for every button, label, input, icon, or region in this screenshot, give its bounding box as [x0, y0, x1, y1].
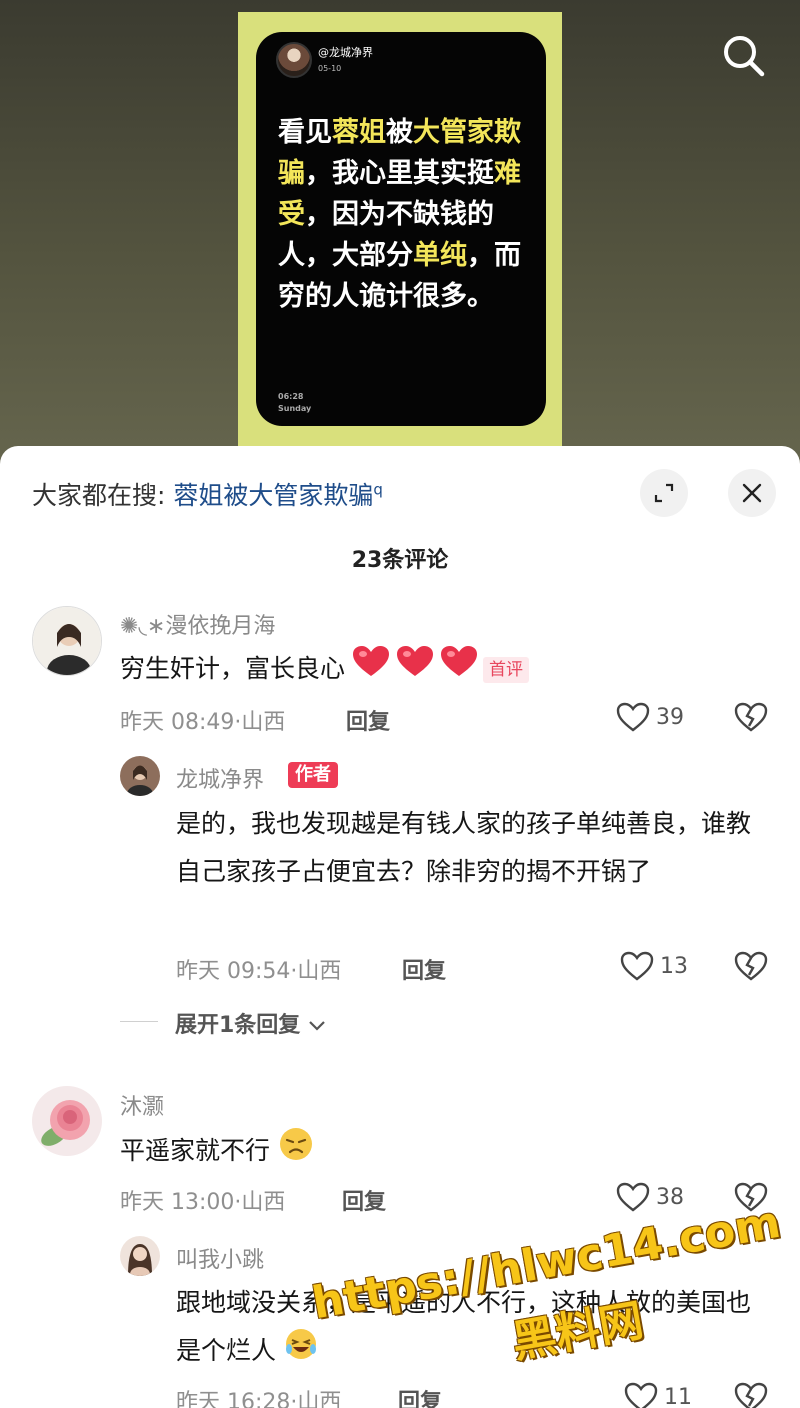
red-heart-emoji — [353, 646, 390, 694]
broken-heart-icon — [734, 1182, 768, 1212]
comment-text: 平遥家就不行 — [120, 1126, 314, 1178]
trending-search-term[interactable]: 蓉姐被大管家欺骗 — [173, 481, 373, 510]
avatar[interactable] — [120, 1236, 160, 1276]
expand-icon — [654, 483, 674, 503]
post-image-card: @龙城净界 05-10 看见蓉姐被大管家欺骗，我心里其实挺难受，因为不缺钱的人，… — [256, 32, 546, 426]
video-background[interactable]: @龙城净界 05-10 看见蓉姐被大管家欺骗，我心里其实挺难受，因为不缺钱的人，… — [0, 0, 800, 470]
comment-count-title: 23条评论 — [351, 548, 449, 573]
card-time: 06:28 — [278, 392, 304, 401]
like-button[interactable]: 38 — [616, 1182, 684, 1212]
comment-username[interactable]: 叫我小跳 — [176, 1242, 264, 1274]
like-button[interactable]: 39 — [616, 702, 684, 732]
comment-text-body: 穷生奸计，富长良心 — [120, 654, 346, 683]
card-text-highlight: 单纯 — [413, 240, 467, 271]
dislike-button[interactable] — [734, 1382, 768, 1408]
avatar[interactable] — [32, 1086, 102, 1156]
comment-text: 跟地域没关系，是平遥的人不行，这种人放的美国也是个烂人 — [176, 1279, 772, 1377]
card-date: 05-10 — [318, 64, 342, 73]
comment-text-body: 跟地域没关系，是平遥的人不行，这种人放的美国也是个烂人 — [176, 1288, 752, 1365]
expand-replies-button[interactable]: 展开1条回复 — [175, 1007, 326, 1039]
broken-heart-icon — [734, 702, 768, 732]
red-heart-emoji — [397, 646, 434, 694]
card-quote-text: 看见蓉姐被大管家欺骗，我心里其实挺难受，因为不缺钱的人，大部分单纯，而穷的人诡计… — [278, 112, 530, 317]
card-day: Sunday — [278, 404, 312, 413]
like-count: 39 — [656, 704, 684, 730]
like-count: 38 — [656, 1184, 684, 1210]
reply-button[interactable]: 回复 — [346, 704, 390, 736]
card-text-highlight: 蓉姐 — [332, 117, 386, 148]
comment-username[interactable]: 龙城净界 — [176, 762, 264, 794]
search-icon — [724, 36, 765, 77]
expand-replies-label: 展开1条回复 — [175, 1013, 301, 1038]
red-heart-emoji — [441, 646, 478, 694]
comment-meta: 昨天 16:28·山西 — [176, 1390, 342, 1408]
comment-text: 穷生奸计，富长良心 首评 — [120, 645, 720, 694]
frown-emoji — [278, 1126, 314, 1178]
trending-search-prefix: 大家都在搜 — [32, 481, 158, 510]
card-text-highlight: 大管家 — [413, 117, 494, 148]
close-sheet-button[interactable] — [728, 469, 776, 517]
card-text-segment: 被 — [386, 117, 413, 148]
laugh-cry-emoji — [284, 1327, 318, 1377]
like-button[interactable]: 13 — [620, 951, 688, 981]
card-author: @龙城净界 — [318, 46, 373, 59]
card-text-segment: ，我心里其实挺 — [305, 158, 494, 189]
like-count: 13 — [660, 953, 688, 979]
chevron-down-icon — [309, 1021, 325, 1031]
mini-search-icon: 𝗊 — [373, 480, 383, 499]
trending-search-separator: : — [157, 481, 166, 510]
first-comment-badge: 首评 — [483, 657, 530, 683]
card-avatar — [276, 42, 312, 78]
broken-heart-icon — [734, 1382, 768, 1408]
trending-search-bar[interactable]: 大家都在搜: 蓉姐被大管家欺骗𝗊 — [32, 476, 383, 512]
heart-outline-icon — [616, 1182, 650, 1212]
like-count: 11 — [664, 1384, 692, 1408]
comment-text: 是的，我也发现越是有钱人家的孩子单纯善良，谁教自己家孩子占便宜去？除非穷的揭不开… — [176, 809, 752, 886]
like-button[interactable]: 11 — [624, 1382, 692, 1408]
reply-button[interactable]: 回复 — [342, 1184, 386, 1216]
heart-outline-icon — [624, 1382, 658, 1408]
comment-meta: 昨天 08:49·山西 — [120, 710, 286, 735]
heart-outline-icon — [620, 951, 654, 981]
comment-sheet: 大家都在搜: 蓉姐被大管家欺骗𝗊 23条评论 ✺◟∗漫依挽月海 穷生奸计，富长良… — [0, 446, 800, 1408]
reply-button[interactable]: 回复 — [398, 1384, 442, 1408]
avatar[interactable] — [32, 606, 102, 676]
dislike-button[interactable] — [734, 1182, 768, 1216]
close-icon — [742, 483, 762, 503]
avatar[interactable] — [120, 756, 160, 796]
search-button[interactable] — [718, 30, 770, 82]
card-text-segment: 看见 — [278, 117, 332, 148]
dislike-button[interactable] — [734, 702, 768, 736]
expand-replies-divider — [120, 1021, 158, 1022]
heart-outline-icon — [616, 702, 650, 732]
reply-button[interactable]: 回复 — [402, 953, 446, 985]
comment-username[interactable]: ✺◟∗漫依挽月海 — [120, 608, 275, 640]
comment-text-body: 平遥家就不行 — [120, 1136, 271, 1165]
broken-heart-icon — [734, 951, 768, 981]
comment-meta: 昨天 13:00·山西 — [120, 1190, 286, 1215]
author-badge: 作者 — [288, 762, 338, 788]
dislike-button[interactable] — [734, 951, 768, 985]
expand-sheet-button[interactable] — [640, 469, 688, 517]
comment-username[interactable]: 沐灏 — [120, 1089, 164, 1121]
comment-meta: 昨天 09:54·山西 — [176, 959, 342, 984]
